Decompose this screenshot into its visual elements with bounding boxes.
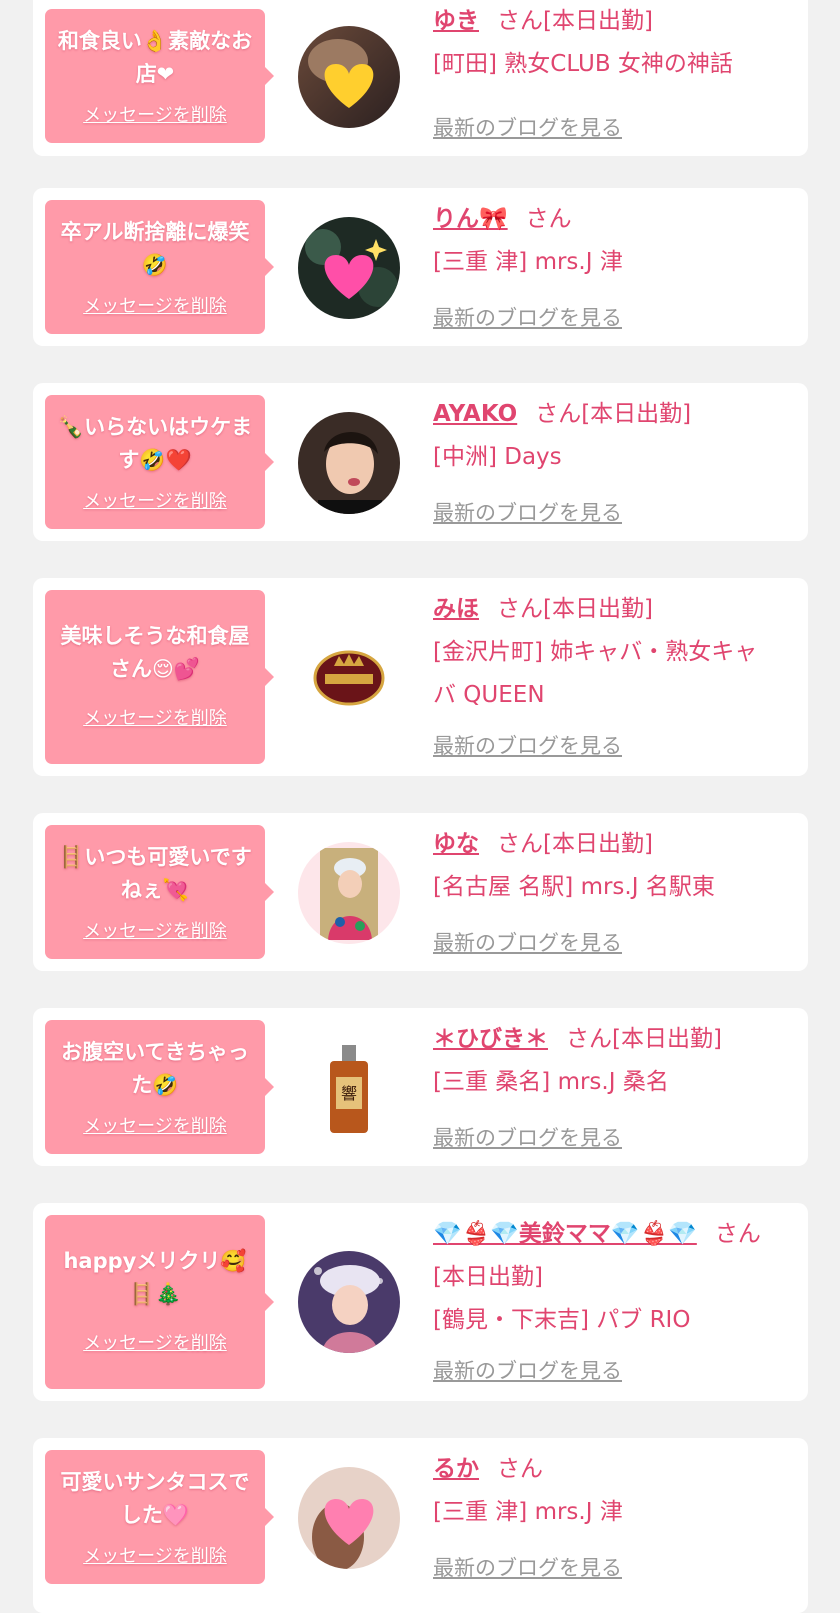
sender-info: AYAKO さん[本日出勤] [中洲] Days [433,393,778,479]
shop-name: [名古屋 名駅] mrs.J 名駅東 [433,874,715,900]
message-card: 和食良い👌素敵なお店❤ メッセージを削除 ゆき さん[本日出勤] [町田] 熟女C… [33,0,808,156]
whisky-bottle-icon: 響 [298,1037,400,1139]
sender-info: りん🎀 さん [三重 津] mrs.J 津 [433,198,778,284]
message-text: お腹空いてきちゃった🤣 [61,1040,249,1097]
sender-info: ゆき さん[本日出勤] [町田] 熟女CLUB 女神の神話 [433,0,778,86]
latest-blog-link[interactable]: 最新のブログを見る [433,1355,622,1385]
message-text: 🪜いつも可愛いですねぇ💘 [58,845,252,902]
avatar[interactable] [298,26,400,128]
message-list: 和食良い👌素敵なお店❤ メッセージを削除 ゆき さん[本日出勤] [町田] 熟女C… [0,0,840,1613]
message-card: happyメリクリ🥰🪜🎄 メッセージを削除 💎👙💎美鈴ママ💎👙💎 さん[本日出勤]… [33,1203,808,1401]
shop-name: [町田] 熟女CLUB 女神の神話 [433,51,733,77]
sender-info: るか さん [三重 津] mrs.J 津 [433,1448,778,1534]
delete-message-link[interactable]: メッセージを削除 [45,1329,265,1355]
sender-suffix: さん[本日出勤] [497,596,653,622]
message-text: 🍾いらないはウケます🤣❤️ [57,415,253,472]
pink-heart-icon [298,1467,400,1569]
avatar[interactable] [298,1251,400,1353]
message-bubble: お腹空いてきちゃった🤣 メッセージを削除 [45,1020,274,1154]
sender-info: ＊ひびき＊ さん[本日出勤] [三重 桑名] mrs.J 桑名 [433,1018,778,1104]
shop-name: [金沢片町] 姉キャバ・熟女キャバ QUEEN [433,639,758,708]
delete-message-link[interactable]: メッセージを削除 [45,487,265,513]
delete-message-link[interactable]: メッセージを削除 [45,101,265,127]
delete-message-link[interactable]: メッセージを削除 [45,917,265,943]
message-bubble: 🍾いらないはウケます🤣❤️ メッセージを削除 [45,395,274,529]
message-text: happyメリクリ🥰🪜🎄 [63,1249,247,1306]
sender-name-link[interactable]: ゆな [433,831,479,857]
woman-cap-icon [298,842,400,944]
latest-blog-link[interactable]: 最新のブログを見る [433,730,622,760]
sender-suffix: さん[本日出勤] [566,1026,722,1052]
message-card: 卒アル断捨離に爆笑🤣 メッセージを削除 りん🎀 さん [三重 津] mrs.J 津… [33,188,808,346]
message-bubble: 美味しそうな和食屋さん😌💕 メッセージを削除 [45,590,274,764]
yellow-heart-icon [298,26,400,128]
sender-info: 💎👙💎美鈴ママ💎👙💎 さん[本日出勤] [鶴見・下末吉] パブ RIO [433,1213,778,1342]
message-card: 美味しそうな和食屋さん😌💕 メッセージを削除 みほ さん[本日出勤] [金沢片町]… [33,578,808,776]
latest-blog-link[interactable]: 最新のブログを見る [433,1552,622,1582]
latest-blog-link[interactable]: 最新のブログを見る [433,302,622,332]
avatar[interactable] [298,412,400,514]
message-bubble: happyメリクリ🥰🪜🎄 メッセージを削除 [45,1215,274,1389]
latest-blog-link[interactable]: 最新のブログを見る [433,1122,622,1152]
avatar[interactable] [298,842,400,944]
shop-name: [鶴見・下末吉] パブ RIO [433,1307,691,1333]
shop-name: [三重 津] mrs.J 津 [433,1499,623,1525]
message-bubble: 卒アル断捨離に爆笑🤣 メッセージを削除 [45,200,274,334]
woman-santa-hat-icon [298,1251,400,1353]
shop-name: [三重 津] mrs.J 津 [433,249,623,275]
message-card: 可愛いサンタコスでした🩷 メッセージを削除 るか さん [三重 津] mrs.J … [33,1438,808,1613]
avatar[interactable] [298,217,400,319]
latest-blog-link[interactable]: 最新のブログを見る [433,112,622,142]
message-card: お腹空いてきちゃった🤣 メッセージを削除 響 ＊ひびき＊ さん[本日出勤] [三重… [33,1008,808,1166]
message-text: 可愛いサンタコスでした🩷 [60,1470,250,1527]
message-card: 🍾いらないはウケます🤣❤️ メッセージを削除 AYAKO さん[本日出勤] [中洲… [33,383,808,541]
sender-suffix: さん [525,206,572,232]
shop-name: [中洲] Days [433,444,562,470]
sender-suffix: さん[本日出勤] [497,831,653,857]
svg-text:響: 響 [341,1084,357,1103]
sender-suffix: さん[本日出勤] [535,401,692,427]
sender-name-link[interactable]: ゆき [433,8,479,34]
sender-name-link[interactable]: りん🎀 [433,206,508,232]
sender-name-link[interactable]: 💎👙💎美鈴ママ💎👙💎 [433,1221,697,1247]
sender-info: みほ さん[本日出勤] [金沢片町] 姉キャバ・熟女キャバ QUEEN [433,588,778,717]
queen-logo-icon [298,626,400,728]
latest-blog-link[interactable]: 最新のブログを見る [433,927,622,957]
sender-info: ゆな さん[本日出勤] [名古屋 名駅] mrs.J 名駅東 [433,823,778,909]
avatar[interactable] [298,1467,400,1569]
shop-name: [三重 桑名] mrs.J 桑名 [433,1069,669,1095]
delete-message-link[interactable]: メッセージを削除 [45,292,265,318]
message-bubble: 可愛いサンタコスでした🩷 メッセージを削除 [45,1450,274,1584]
sender-name-link[interactable]: みほ [433,596,479,622]
message-bubble: 🪜いつも可愛いですねぇ💘 メッセージを削除 [45,825,274,959]
sparkling-heart-icon [298,217,400,319]
sender-name-link[interactable]: ＊ひびき＊ [433,1026,548,1052]
delete-message-link[interactable]: メッセージを削除 [45,704,265,730]
message-text: 和食良い👌素敵なお店❤ [57,29,253,86]
delete-message-link[interactable]: メッセージを削除 [45,1112,265,1138]
woman-portrait-icon [298,412,400,514]
sender-name-link[interactable]: るか [433,1456,479,1482]
sender-suffix: さん [497,1456,543,1482]
message-text: 卒アル断捨離に爆笑🤣 [60,220,250,277]
sender-name-link[interactable]: AYAKO [433,401,517,427]
message-card: 🪜いつも可愛いですねぇ💘 メッセージを削除 ゆな さん[本日出勤] [名古屋 名駅… [33,813,808,971]
delete-message-link[interactable]: メッセージを削除 [45,1542,265,1568]
avatar[interactable] [298,626,400,728]
message-text: 美味しそうな和食屋さん😌💕 [60,624,250,681]
latest-blog-link[interactable]: 最新のブログを見る [433,497,622,527]
message-bubble: 和食良い👌素敵なお店❤ メッセージを削除 [45,9,274,143]
sender-suffix: さん[本日出勤] [497,8,653,34]
avatar[interactable]: 響 [298,1037,400,1139]
